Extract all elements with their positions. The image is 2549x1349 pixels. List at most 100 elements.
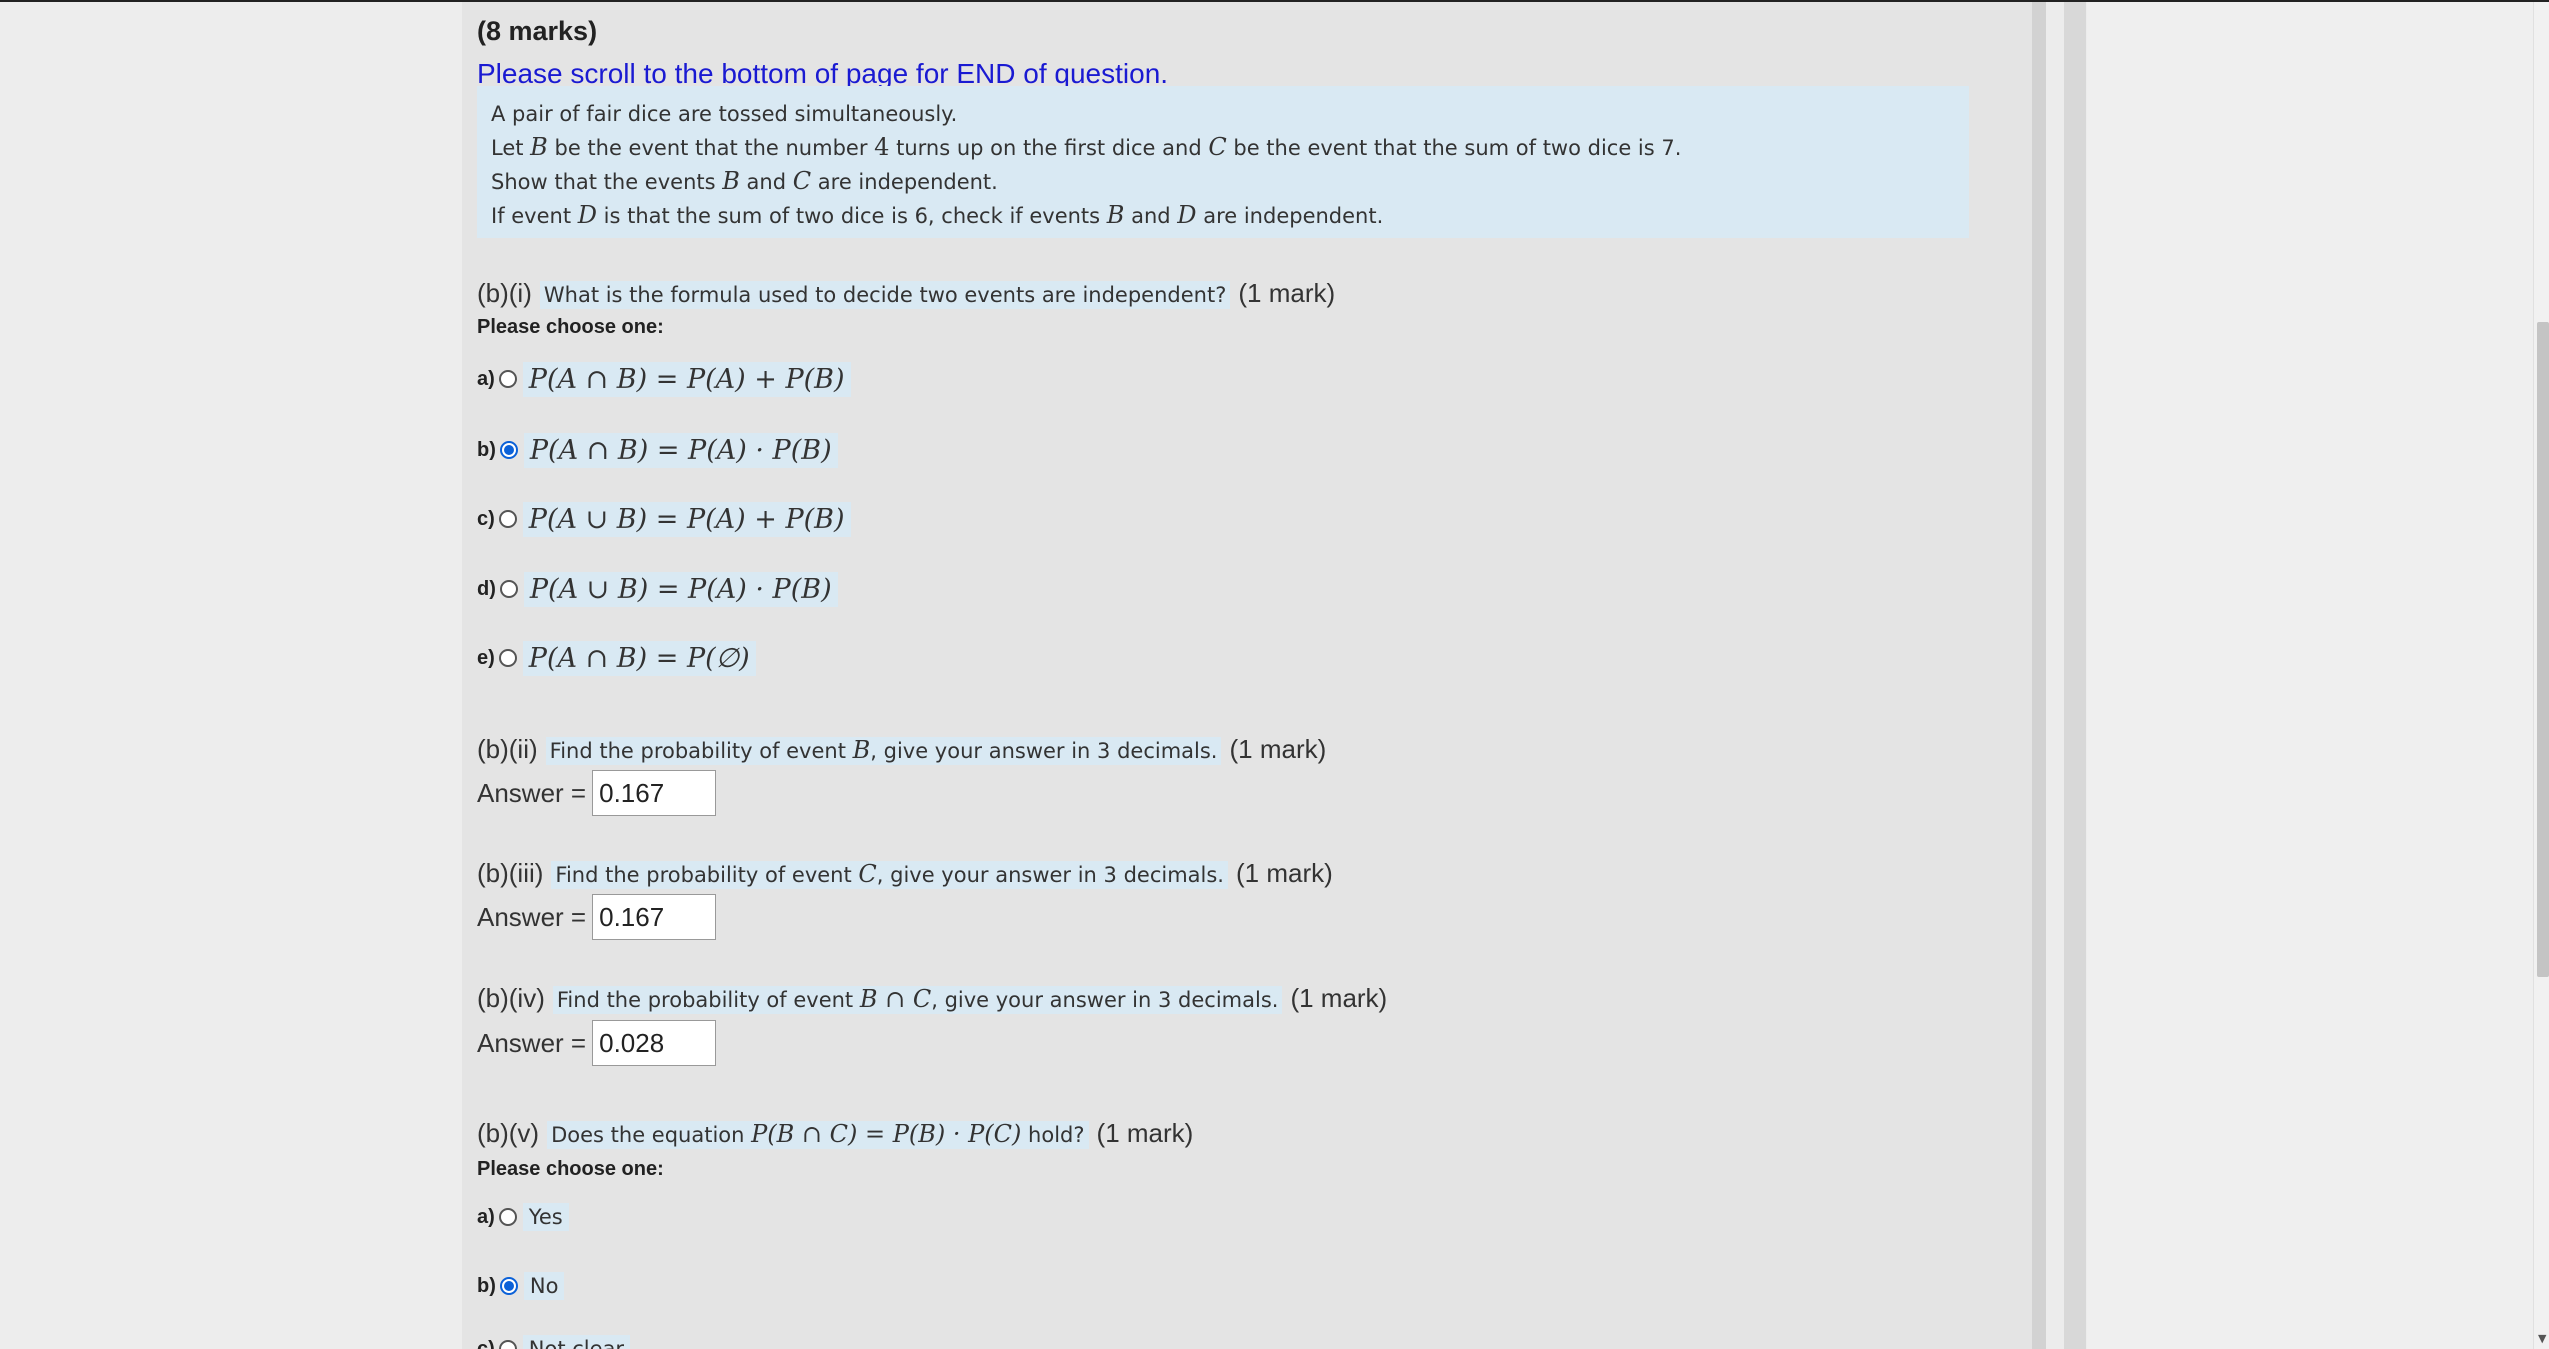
option-b-v-a[interactable]: a) Yes (477, 1198, 569, 1236)
question-line: Show that the events B and C are indepen… (491, 165, 1955, 199)
text-run: Find the probability of event (556, 988, 860, 1012)
part-marks: (1 mark) (1238, 278, 1336, 308)
part-marks: (1 mark) (1096, 1118, 1194, 1148)
radio-button-selected[interactable] (499, 441, 518, 459)
part-number: (b)(iv) (477, 983, 545, 1013)
panel-gap (2046, 2, 2064, 1349)
option-letter: e) (477, 646, 495, 669)
math-symbol: C (792, 167, 812, 195)
math-symbol: D (577, 201, 597, 229)
text-run: is that the sum of two dice is 6, check … (597, 204, 1107, 228)
option-letter: c) (477, 507, 495, 530)
text-run: hold? (1021, 1123, 1085, 1147)
option-text[interactable]: P(A ∩ B) = P(A) · P(B) (523, 432, 838, 468)
part-number: (b)(v) (477, 1118, 540, 1148)
option-b-i-e[interactable]: e) P(A ∩ B) = P(∅) (477, 639, 756, 677)
radio-button[interactable] (499, 580, 518, 598)
option-letter: c) (477, 1337, 495, 1349)
scroll-down-arrow-icon[interactable]: ▼ (2538, 1332, 2546, 1345)
part-prompt: Find the probability of event B ∩ C, giv… (552, 985, 1283, 1014)
text-run: , give your answer in 3 decimals. (931, 988, 1279, 1012)
answer-row-b-ii: Answer = (477, 770, 717, 816)
part-number: (b)(iii) (477, 858, 544, 888)
text-run: Let (491, 136, 531, 160)
option-letter: b) (477, 438, 496, 461)
text-run: Find the probability of event (555, 863, 859, 887)
option-b-v-c[interactable]: c) Not clear (477, 1330, 631, 1349)
radio-button[interactable] (498, 370, 517, 388)
option-b-i-c[interactable]: c) P(A ∪ B) = P(A) + P(B) (477, 500, 851, 538)
panel-edge (2064, 2, 2086, 1349)
radio-button-selected[interactable] (499, 1277, 518, 1295)
option-text[interactable]: P(A ∪ B) = P(A) + P(B) (522, 501, 851, 537)
text-run: turns up on the first dice and (889, 136, 1209, 160)
text-run: be the event that the number (547, 136, 875, 160)
part-b-iii-heading: (b)(iii) Find the probability of event C,… (477, 858, 1333, 889)
part-prompt: Does the equation P(B ∩ C) = P(B) · P(C)… (547, 1120, 1089, 1149)
option-b-i-a[interactable]: a) P(A ∩ B) = P(A) + P(B) (477, 360, 851, 398)
page-background-right (2087, 2, 2533, 1349)
radio-button[interactable] (498, 649, 517, 667)
page-scrollbar[interactable]: ▼ (2533, 2, 2549, 1349)
option-text[interactable]: P(A ∩ B) = P(A) + P(B) (522, 361, 851, 397)
answer-label: Answer = (477, 901, 587, 932)
text-run: are independent. (811, 170, 998, 194)
option-text[interactable]: No (523, 1272, 565, 1300)
option-letter: b) (477, 1274, 496, 1297)
radio-button[interactable] (498, 1208, 517, 1226)
part-number: (b)(ii) (477, 734, 538, 764)
option-text[interactable]: Yes (522, 1203, 569, 1231)
answer-label: Answer = (477, 777, 587, 808)
radio-button[interactable] (498, 510, 517, 528)
part-prompt: Find the probability of event C, give yo… (551, 860, 1228, 889)
option-letter: a) (477, 1205, 495, 1228)
text-run: and (1124, 204, 1178, 228)
math-symbol: B (852, 736, 871, 764)
option-b-v-b[interactable]: b) No (477, 1267, 565, 1305)
question-line: A pair of fair dice are tossed simultane… (491, 102, 958, 126)
text-run: Does the equation (551, 1123, 752, 1147)
math-symbol: B (1106, 201, 1125, 229)
question-line: Let B be the event that the number 4 tur… (491, 131, 1955, 165)
option-b-i-d[interactable]: d) P(A ∪ B) = P(A) · P(B) (477, 570, 838, 608)
part-number: (b)(i) (477, 278, 532, 308)
text-run: If event (491, 204, 578, 228)
text-run: Find the probability of event (549, 739, 853, 763)
part-marks: (1 mark) (1290, 983, 1388, 1013)
answer-label: Answer = (477, 1027, 587, 1058)
question-line: If event D is that the sum of two dice i… (491, 199, 1955, 233)
text-run: , give your answer in 3 decimals. (870, 739, 1218, 763)
part-b-ii-heading: (b)(ii) Find the probability of event B, … (477, 734, 1326, 765)
radio-button[interactable] (498, 1340, 517, 1349)
part-b-i-heading: (b)(i) What is the formula used to decide… (477, 278, 1335, 309)
panel-shadow (2032, 2, 2046, 1349)
part-prompt: What is the formula used to decide two e… (539, 281, 1231, 309)
option-letter: d) (477, 577, 496, 600)
option-b-i-b[interactable]: b) P(A ∩ B) = P(A) · P(B) (477, 431, 838, 469)
math-symbol: P(B ∩ C) = P(B) · P(C) (751, 1120, 1022, 1148)
question-marks: (8 marks) (477, 16, 598, 46)
option-letter: a) (477, 367, 495, 390)
math-symbol: B (722, 167, 740, 195)
answer-field-b-ii[interactable] (592, 770, 717, 816)
math-symbol: C (858, 860, 877, 888)
question-statement: A pair of fair dice are tossed simultane… (477, 86, 1969, 238)
text-run: , give your answer in 3 decimals. (876, 863, 1224, 887)
answer-field-b-iv[interactable] (592, 1020, 717, 1066)
math-symbol: B (530, 133, 548, 161)
answer-field-b-iii[interactable] (592, 894, 717, 940)
choose-one-label: Please choose one: (477, 316, 664, 338)
option-text[interactable]: P(A ∪ B) = P(A) · P(B) (523, 571, 838, 607)
math-symbol: B ∩ C (859, 985, 932, 1013)
scrollbar-thumb[interactable] (2537, 322, 2549, 977)
text-run: and (739, 170, 793, 194)
option-text[interactable]: P(A ∩ B) = P(∅) (522, 640, 756, 676)
option-text[interactable]: Not clear (522, 1335, 631, 1349)
math-symbol: C (1208, 133, 1227, 161)
page-background-left (0, 2, 462, 1349)
choose-one-label: Please choose one: (477, 1158, 664, 1180)
math-symbol: D (1177, 201, 1197, 229)
part-prompt: Find the probability of event B, give yo… (545, 736, 1222, 765)
text-run: be the event that the sum of two dice is… (1226, 136, 1682, 160)
part-b-iv-heading: (b)(iv) Find the probability of event B ∩… (477, 983, 1387, 1014)
